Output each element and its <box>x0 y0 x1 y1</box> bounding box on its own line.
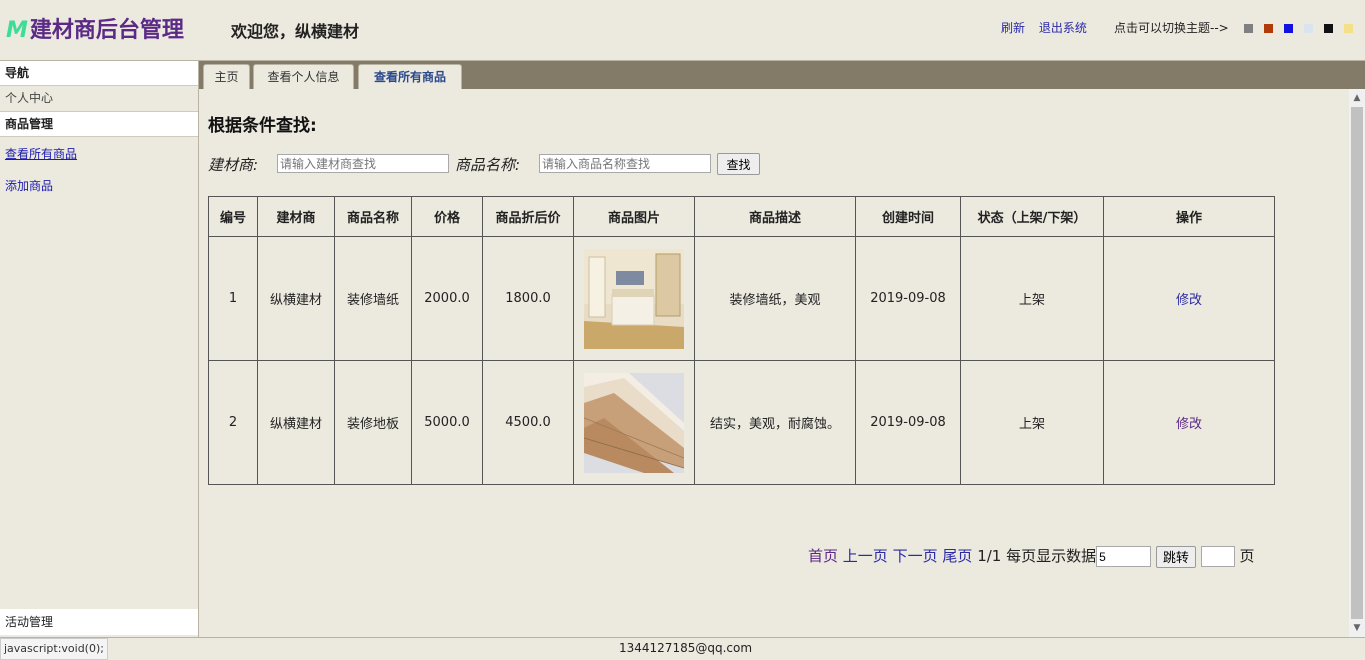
cell-discount: 1800.0 <box>482 236 574 361</box>
cell-id: 2 <box>208 360 258 485</box>
table-row: 1 纵横建材 装修墙纸 2000.0 1800.0 装修墙纸，美观 2019-0… <box>208 236 1275 361</box>
tab-bar: 主页 查看个人信息 查看所有商品 <box>199 61 1365 90</box>
footer: 1344127185@qq.com javascript:void(0); <box>0 637 1365 660</box>
supplier-label: 建材商: <box>208 156 259 174</box>
col-header-desc: 商品描述 <box>694 196 856 237</box>
sidebar: 导航 个人中心 商品管理 查看所有商品 添加商品 活动管理 <box>0 61 199 637</box>
tab-home[interactable]: 主页 <box>203 64 250 90</box>
goods-table: 编号 建材商 商品名称 价格 商品折后价 商品图片 商品描述 创建时间 状态（上… <box>208 196 1275 485</box>
refresh-link[interactable]: 刷新 <box>1001 21 1025 35</box>
goods-name-label: 商品名称: <box>455 156 521 174</box>
welcome-text: 欢迎您，纵横建材 <box>231 22 360 41</box>
sidebar-section-goods[interactable]: 商品管理 <box>0 112 198 137</box>
cell-desc: 装修墙纸，美观 <box>694 236 856 361</box>
table-row: 2 纵横建材 装修地板 5000.0 4500.0 结实，美观，耐腐蚀。 201… <box>208 360 1275 485</box>
header-links: 刷新 退出系统 <box>1001 19 1097 36</box>
header: M建材商后台管理 欢迎您，纵横建材 刷新 退出系统 点击可以切换主题--> <box>0 0 1365 61</box>
wood-floor-image <box>584 372 684 473</box>
col-header-status: 状态（上架/下架） <box>960 196 1104 237</box>
logo-mark: M <box>6 18 28 43</box>
scroll-thumb[interactable] <box>1351 107 1363 619</box>
col-header-supplier: 建材商 <box>257 196 335 237</box>
col-header-discount: 商品折后价 <box>482 196 574 237</box>
page-info: 1/1 <box>977 547 1002 565</box>
sidebar-item-personal-center[interactable]: 个人中心 <box>0 86 198 112</box>
theme-swatch-yellow[interactable] <box>1344 24 1353 33</box>
cell-id: 1 <box>208 236 258 361</box>
theme-swatch-lightblue[interactable] <box>1304 24 1313 33</box>
cell-discount: 4500.0 <box>482 360 574 485</box>
col-header-action: 操作 <box>1103 196 1275 237</box>
cell-price: 2000.0 <box>411 236 483 361</box>
status-bar-url: javascript:void(0); <box>0 638 108 660</box>
page-suffix: 页 <box>1239 547 1255 565</box>
cell-image <box>573 360 695 485</box>
cell-name: 装修墙纸 <box>334 236 412 361</box>
app-logo: M建材商后台管理 <box>6 12 184 44</box>
cell-name: 装修地板 <box>334 360 412 485</box>
per-page-input[interactable] <box>1096 546 1152 567</box>
cell-status: 上架 <box>960 360 1104 485</box>
cell-supplier: 纵横建材 <box>257 360 335 485</box>
last-page-link[interactable]: 尾页 <box>942 547 972 565</box>
theme-swatch-orange[interactable] <box>1264 24 1273 33</box>
first-page-link[interactable]: 首页 <box>808 547 838 565</box>
theme-swatch-gray[interactable] <box>1244 24 1253 33</box>
col-header-image: 商品图片 <box>573 196 695 237</box>
cell-status: 上架 <box>960 236 1104 361</box>
tab-personal-info[interactable]: 查看个人信息 <box>253 64 354 90</box>
table-header-row: 编号 建材商 商品名称 价格 商品折后价 商品图片 商品描述 创建时间 状态（上… <box>208 196 1275 237</box>
supplier-search-input[interactable] <box>277 154 449 173</box>
sidebar-nav-title: 导航 <box>0 61 198 86</box>
col-header-name: 商品名称 <box>334 196 412 237</box>
cell-created: 2019-09-08 <box>855 236 961 361</box>
pagination: 首页 上一页 下一页 尾页 1/1 每页显示数据 跳转 页 <box>808 545 1255 568</box>
theme-swatch-black[interactable] <box>1324 24 1333 33</box>
footer-email: 1344127185@qq.com <box>619 641 753 655</box>
cell-created: 2019-09-08 <box>855 360 961 485</box>
cell-desc: 结实，美观，耐腐蚀。 <box>694 360 856 485</box>
next-page-link[interactable]: 下一页 <box>893 547 938 565</box>
cell-price: 5000.0 <box>411 360 483 485</box>
sidebar-link-add-goods[interactable]: 添加商品 <box>0 175 198 207</box>
col-header-id: 编号 <box>208 196 258 237</box>
col-header-price: 价格 <box>411 196 483 237</box>
jump-page-input[interactable] <box>1200 546 1235 567</box>
search-button[interactable]: 查找 <box>717 153 760 175</box>
tab-all-goods[interactable]: 查看所有商品 <box>358 64 462 90</box>
bedroom-wallpaper-image <box>584 248 684 349</box>
col-header-created: 创建时间 <box>855 196 961 237</box>
goods-name-search-input[interactable] <box>539 154 711 173</box>
scroll-down-arrow-icon[interactable]: ▼ <box>1349 621 1365 635</box>
search-title: 根据条件查找: <box>208 116 317 136</box>
vertical-scrollbar[interactable]: ▲ ▼ <box>1349 89 1365 637</box>
jump-button[interactable]: 跳转 <box>1155 545 1196 568</box>
cell-supplier: 纵横建材 <box>257 236 335 361</box>
edit-link[interactable]: 修改 <box>1176 293 1202 308</box>
scroll-up-arrow-icon[interactable]: ▲ <box>1349 91 1365 105</box>
logout-link[interactable]: 退出系统 <box>1039 21 1087 35</box>
prev-page-link[interactable]: 上一页 <box>843 547 888 565</box>
sidebar-item-activity[interactable]: 活动管理 <box>0 609 198 635</box>
theme-hint: 点击可以切换主题--> <box>1114 21 1229 35</box>
theme-swatch-blue[interactable] <box>1284 24 1293 33</box>
sidebar-link-view-all-goods[interactable]: 查看所有商品 <box>0 143 198 175</box>
cell-image <box>573 236 695 361</box>
app-title: 建材商后台管理 <box>29 18 184 43</box>
cell-action: 修改 <box>1103 236 1275 361</box>
cell-action: 修改 <box>1103 360 1275 485</box>
main-content: 根据条件查找: 建材商: 商品名称: 查找 编号 建材商 商品名称 价格 商品折… <box>199 89 1349 637</box>
per-page-label: 每页显示数据 <box>1006 547 1097 565</box>
edit-link[interactable]: 修改 <box>1176 417 1202 432</box>
